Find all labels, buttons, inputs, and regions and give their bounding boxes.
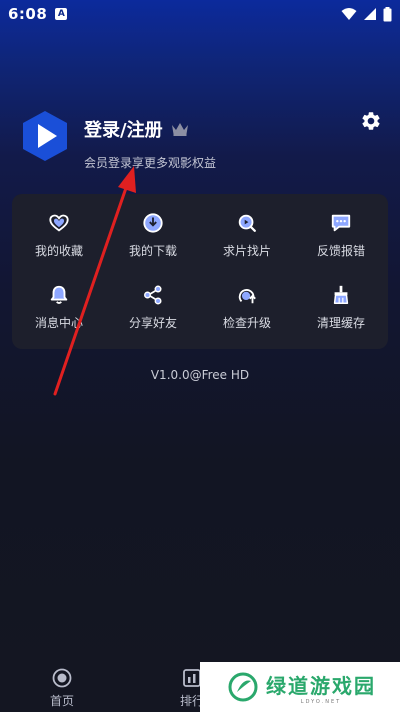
menu-label: 求片找片	[222, 244, 271, 259]
watermark: 绿道游戏园 LDYO.NET	[200, 662, 400, 712]
watermark-name: 绿道游戏园	[266, 673, 376, 698]
status-bar: 6:08 A	[0, 0, 400, 28]
battery-icon	[383, 6, 392, 21]
ranking-icon	[183, 669, 201, 687]
watermark-domain: LDYO.NET	[300, 698, 342, 705]
upgrade-icon	[238, 288, 256, 303]
menu-item-favorites[interactable]: 我的收藏	[12, 200, 106, 272]
menu-label: 我的下载	[128, 244, 177, 259]
feedback-icon	[331, 215, 351, 232]
member-benefit-text: 会员登录享更多观影权益	[84, 156, 217, 170]
signal-icon	[364, 8, 376, 20]
version-text: V1.0.0@Free HD	[150, 368, 250, 382]
menu-item-share[interactable]: 分享好友	[106, 272, 200, 344]
clean-icon	[333, 285, 349, 304]
watermark-logo-icon	[228, 672, 258, 702]
menu-label: 清理缓存	[316, 315, 365, 330]
nav-home[interactable]: 首页	[50, 668, 74, 709]
menu-label: 分享好友	[128, 315, 177, 330]
search-film-icon	[238, 215, 256, 233]
menu-label: 我的收藏	[34, 244, 83, 259]
status-time: 6:08	[8, 5, 48, 23]
profile-header[interactable]: 登录/注册 会员登录享更多观影权益	[22, 110, 216, 171]
wifi-icon	[341, 8, 357, 20]
download-icon	[143, 213, 163, 233]
notification-icon: A	[55, 8, 68, 20]
menu-item-messages[interactable]: 消息中心	[12, 272, 106, 344]
annotation-arrow-icon	[53, 166, 136, 396]
heart-icon	[49, 214, 69, 232]
menu-item-check-update[interactable]: 检查升级	[200, 272, 294, 344]
menu-item-downloads[interactable]: 我的下载	[106, 200, 200, 272]
login-register-link[interactable]: 登录/注册	[84, 116, 163, 142]
home-icon	[52, 668, 72, 688]
menu-label: 检查升级	[222, 315, 271, 330]
menu-item-clear-cache[interactable]: 清理缓存	[294, 272, 388, 344]
menu-grid: 我的收藏 我的下载 求片找片 反馈报错 消息中心 分享好友 检查升级 清理缓存	[12, 194, 388, 349]
menu-item-feedback[interactable]: 反馈报错	[294, 200, 388, 272]
share-icon	[144, 285, 162, 305]
menu-label: 反馈报错	[316, 244, 365, 259]
crown-icon	[171, 123, 188, 136]
menu-item-request-film[interactable]: 求片找片	[200, 200, 294, 272]
nav-label: 首页	[50, 694, 75, 708]
bell-icon	[50, 285, 68, 304]
app-logo-icon	[23, 111, 67, 161]
menu-label: 消息中心	[34, 315, 83, 330]
settings-gear-icon[interactable]	[360, 110, 382, 132]
